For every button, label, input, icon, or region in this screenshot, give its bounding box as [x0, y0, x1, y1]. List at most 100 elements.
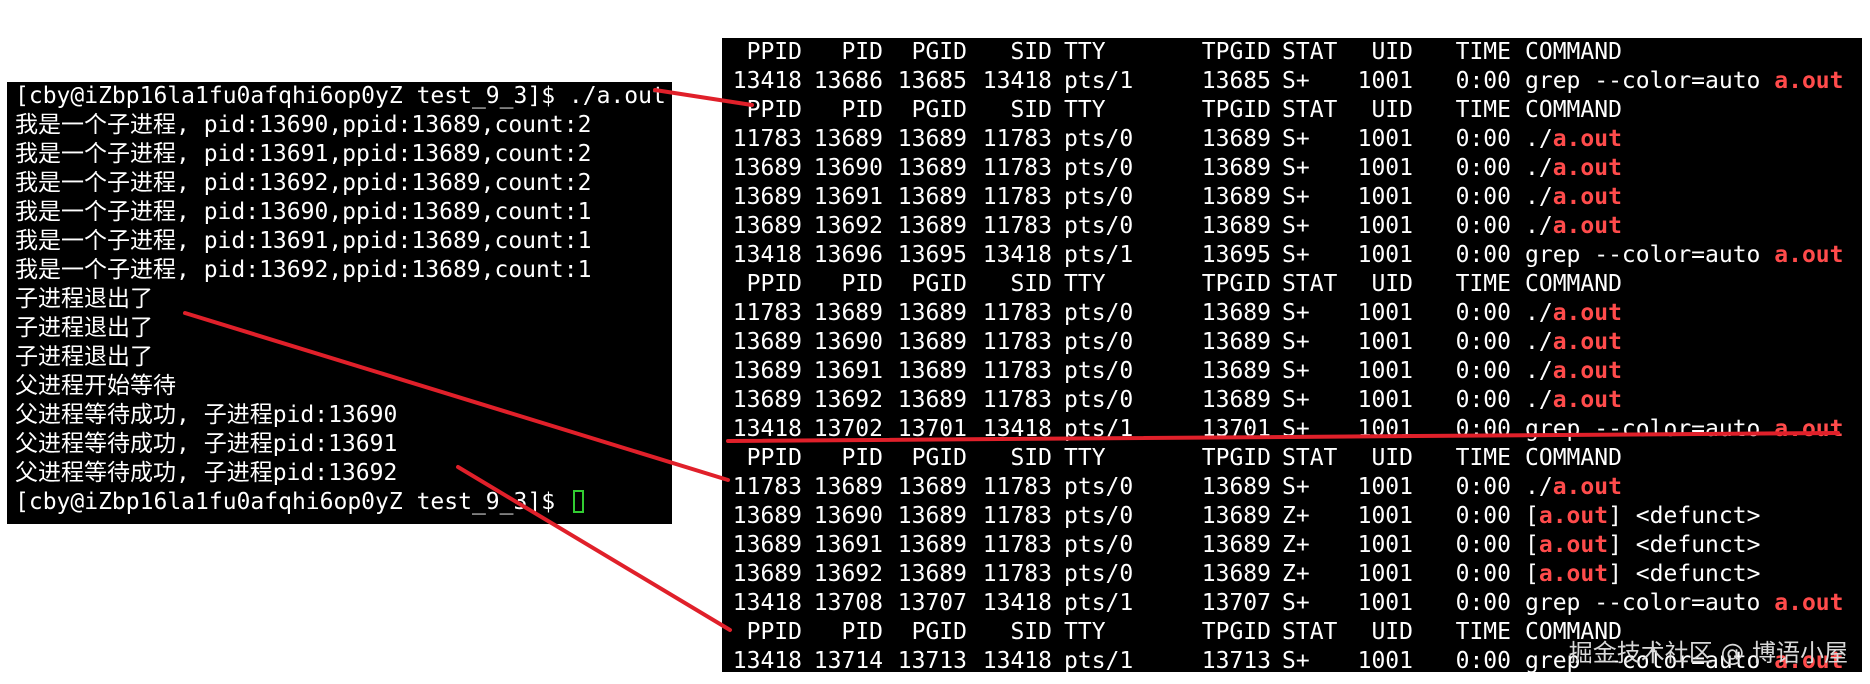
ps-row: 13418 13696 13695 13418 pts/1 13695 S+ 1001 0:00…	[722, 241, 1862, 270]
ps-header-row: PPID PID PGID SID TTY TPGID STAT UID TIME COMMAND	[722, 96, 1862, 125]
ps-header-uid: UID	[1371, 619, 1413, 645]
ps-cell-time: 0:00	[1455, 126, 1511, 152]
ps-cell-pgid: 13689	[897, 474, 967, 500]
cursor-icon	[572, 490, 584, 513]
right-terminal[interactable]: PPID PID PGID SID TTY TPGID STAT UID TIME COMMAND…	[722, 38, 1862, 672]
ps-cell-time: 0:00	[1455, 387, 1511, 413]
ps-cell-ppid: 13689	[732, 358, 802, 384]
terminal-line: 父进程等待成功, 子进程pid:13691	[15, 431, 398, 457]
ps-cell-pid: 13696	[813, 242, 883, 268]
ps-cell-time: 0:00	[1455, 213, 1511, 239]
ps-cell-command: ./a.out	[1525, 212, 1622, 241]
ps-cell-tpgid: 13685	[1201, 68, 1271, 94]
ps-cell-tty: pts/0	[1064, 387, 1134, 413]
ps-cell-sid: 11783	[982, 474, 1052, 500]
ps-header-tty: TTY	[1064, 271, 1106, 297]
ps-cell-stat: S+	[1282, 213, 1310, 239]
ps-header-ppid: PPID	[746, 97, 802, 123]
ps-cell-time: 0:00	[1455, 329, 1511, 355]
ps-cell-tpgid: 13695	[1201, 242, 1271, 268]
ps-header-stat: STAT	[1282, 445, 1338, 471]
ps-row: 11783 13689 13689 11783 pts/0 13689 S+ 1001 0:00…	[722, 299, 1862, 328]
command-match-highlight: a.out	[1552, 358, 1622, 384]
ps-cell-stat: S+	[1282, 358, 1310, 384]
command-match-highlight: a.out	[1774, 590, 1844, 616]
ps-cell-ppid: 13689	[732, 561, 802, 587]
ps-cell-stat: S+	[1282, 474, 1310, 500]
ps-cell-command: grep --color=auto a.out	[1525, 415, 1844, 444]
terminal-line: 子进程退出了	[15, 286, 153, 312]
ps-row: 13689 13691 13689 11783 pts/0 13689 Z+ 1001 0:00…	[722, 531, 1862, 560]
command-match-highlight: a.out	[1552, 329, 1622, 355]
ps-header-uid: UID	[1371, 271, 1413, 297]
command-prefix: grep --color=auto	[1525, 416, 1775, 442]
ps-cell-uid: 1001	[1357, 648, 1413, 672]
ps-cell-tpgid: 13689	[1201, 561, 1271, 587]
ps-header-time: TIME	[1455, 445, 1511, 471]
ps-cell-stat: S+	[1282, 387, 1310, 413]
command-prefix: [	[1525, 532, 1539, 558]
command-prefix: ./	[1525, 329, 1553, 355]
terminal-line: 父进程等待成功, 子进程pid:13692	[15, 460, 398, 486]
ps-cell-time: 0:00	[1455, 416, 1511, 442]
terminal-line: 我是一个子进程, pid:13692,ppid:13689,count:1	[15, 257, 592, 283]
ps-header-sid: SID	[1010, 97, 1052, 123]
ps-cell-tpgid: 13689	[1201, 213, 1271, 239]
ps-header-row: PPID PID PGID SID TTY TPGID STAT UID TIME COMMAND	[722, 270, 1862, 299]
ps-header-pid: PID	[841, 271, 883, 297]
ps-cell-ppid: 13418	[732, 242, 802, 268]
ps-header-stat: STAT	[1282, 619, 1338, 645]
command-match-highlight: a.out	[1774, 68, 1844, 94]
prompt-line[interactable]: [cby@iZbp16la1fu0afqhi6op0yZ test_9_3]$	[15, 488, 664, 517]
ps-cell-tpgid: 13689	[1201, 155, 1271, 181]
ps-cell-tpgid: 13713	[1201, 648, 1271, 672]
ps-row: 13418 13702 13701 13418 pts/1 13701 S+ 1001 0:00…	[722, 415, 1862, 444]
ps-cell-ppid: 13689	[732, 213, 802, 239]
left-terminal[interactable]: [cby@iZbp16la1fu0afqhi6op0yZ test_9_3]$ …	[7, 82, 672, 524]
ps-cell-ppid: 13689	[732, 387, 802, 413]
ps-cell-pid: 13702	[813, 416, 883, 442]
ps-cell-pgid: 13689	[897, 358, 967, 384]
ps-header-stat: STAT	[1282, 97, 1338, 123]
command-prefix: ./	[1525, 300, 1553, 326]
ps-header-time: TIME	[1455, 271, 1511, 297]
ps-output: PPID PID PGID SID TTY TPGID STAT UID TIME COMMAND…	[722, 38, 1862, 672]
ps-cell-time: 0:00	[1455, 561, 1511, 587]
ps-header-pgid: PGID	[911, 445, 967, 471]
ps-cell-ppid: 13689	[732, 329, 802, 355]
ps-cell-ppid: 11783	[732, 300, 802, 326]
ps-cell-tty: pts/0	[1064, 329, 1134, 355]
ps-cell-stat: S+	[1282, 590, 1310, 616]
ps-cell-ppid: 13418	[732, 68, 802, 94]
ps-cell-pid: 13690	[813, 155, 883, 181]
ps-cell-tty: pts/0	[1064, 474, 1134, 500]
ps-row: 13689 13691 13689 11783 pts/0 13689 S+ 1001 0:00…	[722, 183, 1862, 212]
ps-cell-stat: S+	[1282, 126, 1310, 152]
ps-header-command: COMMAND	[1525, 39, 1622, 65]
ps-cell-time: 0:00	[1455, 184, 1511, 210]
ps-header-sid: SID	[1010, 271, 1052, 297]
ps-cell-stat: S+	[1282, 68, 1310, 94]
ps-cell-tty: pts/0	[1064, 184, 1134, 210]
ps-row: 13689 13690 13689 11783 pts/0 13689 S+ 1001 0:00…	[722, 154, 1862, 183]
ps-row: 13689 13692 13689 11783 pts/0 13689 S+ 1001 0:00…	[722, 212, 1862, 241]
ps-cell-uid: 1001	[1357, 503, 1413, 529]
ps-cell-tty: pts/0	[1064, 300, 1134, 326]
ps-cell-tty: pts/0	[1064, 532, 1134, 558]
ps-cell-uid: 1001	[1357, 416, 1413, 442]
ps-cell-time: 0:00	[1455, 68, 1511, 94]
ps-cell-uid: 1001	[1357, 561, 1413, 587]
command-prefix: ./	[1525, 184, 1553, 210]
ps-cell-tty: pts/1	[1064, 590, 1134, 616]
ps-cell-sid: 13418	[982, 416, 1052, 442]
ps-cell-tpgid: 13689	[1201, 329, 1271, 355]
ps-cell-tpgid: 13689	[1201, 387, 1271, 413]
ps-cell-tpgid: 13689	[1201, 184, 1271, 210]
command-prefix: ./	[1525, 213, 1553, 239]
ps-cell-uid: 1001	[1357, 474, 1413, 500]
command-match-highlight: a.out	[1552, 213, 1622, 239]
command-prefix: ./	[1525, 358, 1553, 384]
ps-cell-tty: pts/0	[1064, 561, 1134, 587]
ps-cell-pid: 13691	[813, 532, 883, 558]
ps-cell-command: [a.out] <defunct>	[1525, 502, 1760, 531]
